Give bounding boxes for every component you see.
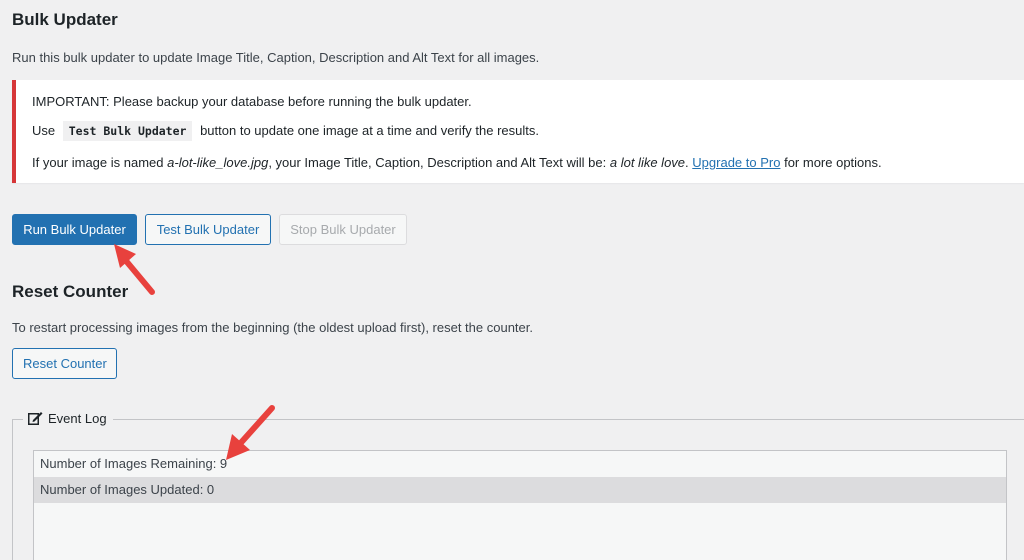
test-bulk-updater-button[interactable]: Test Bulk Updater xyxy=(145,214,271,245)
notice-text: Use xyxy=(32,123,56,138)
notice-text: for more options. xyxy=(784,155,882,170)
annotation-arrow-run xyxy=(114,244,155,295)
notice-line-backup: IMPORTANT: Please backup your database b… xyxy=(32,94,472,109)
bulk-updater-page: Bulk Updater Run this bulk updater to up… xyxy=(0,0,1024,560)
example-filename: a-lot-like_love.jpg xyxy=(167,155,269,170)
example-result: a lot like love xyxy=(609,155,686,170)
event-log-legend-label: Event Log xyxy=(48,411,107,426)
notice-text: If your image is named xyxy=(32,155,164,170)
edit-icon xyxy=(28,412,43,425)
reset-counter-button[interactable]: Reset Counter xyxy=(12,348,117,379)
page-title: Bulk Updater xyxy=(12,10,118,29)
important-notice: IMPORTANT: Please backup your database b… xyxy=(12,80,1024,183)
log-row-remaining: Number of Images Remaining: 9 xyxy=(40,456,228,471)
notice-code: Test Bulk Updater xyxy=(62,121,193,141)
log-row-updated: Number of Images Updated: 0 xyxy=(34,477,1006,503)
notice-text: , your Image Title, Caption, Description… xyxy=(268,155,607,170)
notice-text: . xyxy=(685,155,689,170)
event-log-box[interactable]: Number of Images Remaining: 9 Number of … xyxy=(33,450,1007,560)
annotation-arrow-remaining xyxy=(226,405,275,460)
notice-line-test: Use Test Bulk Updater button to update o… xyxy=(32,121,540,141)
notice-line-example: If your image is named a-lot-like_love.j… xyxy=(32,155,882,170)
event-log-legend: Event Log xyxy=(23,408,113,430)
stop-bulk-updater-button[interactable]: Stop Bulk Updater xyxy=(279,214,407,245)
upgrade-to-pro-link[interactable]: Upgrade to Pro xyxy=(692,155,780,170)
notice-text: button to update one image at a time and… xyxy=(200,123,540,138)
reset-counter-description: To restart processing images from the be… xyxy=(12,320,533,335)
page-description: Run this bulk updater to update Image Ti… xyxy=(12,50,540,65)
